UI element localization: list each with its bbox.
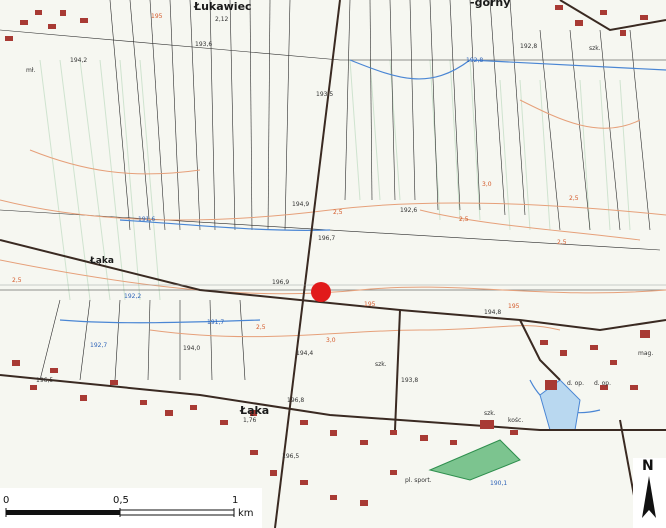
elevation-label: 192,6 bbox=[400, 207, 418, 214]
elevation-label: 196,5 bbox=[36, 377, 54, 384]
location-marker bbox=[311, 282, 331, 302]
water-elevation-label: 191,7 bbox=[207, 319, 225, 326]
scale-bar-graphic bbox=[5, 508, 235, 517]
elevation-label: 194,2 bbox=[70, 57, 88, 64]
map-abbrev-label: d. op. bbox=[567, 380, 585, 387]
map-abbrev-label: kośc. bbox=[508, 417, 524, 424]
map-abbrev-label: d. op. bbox=[594, 380, 612, 387]
place-label-laka-south: Łąka bbox=[240, 404, 270, 417]
map-abbrev-label: mag. bbox=[638, 350, 654, 357]
contour-label: 195 bbox=[508, 303, 520, 310]
elevation-label: 193,5 bbox=[316, 91, 334, 98]
elevation-label: 196,9 bbox=[272, 279, 290, 286]
water-elevation-label: 192,8 bbox=[466, 57, 484, 64]
map-abbrev-label: szk. bbox=[589, 45, 601, 52]
elevation-label: 194,0 bbox=[183, 345, 201, 352]
elevation-label: 194,8 bbox=[484, 309, 502, 316]
contour-label: 195 bbox=[151, 13, 163, 20]
scale-unit: km bbox=[238, 508, 254, 519]
place-code-lukawiec: 2,12 bbox=[215, 16, 229, 23]
contour-label: 2,5 bbox=[557, 239, 567, 246]
elevation-label: 192,8 bbox=[520, 43, 538, 50]
elevation-label: 196,7 bbox=[318, 235, 336, 242]
place-code-laka: 1,76 bbox=[243, 417, 257, 424]
place-label-gorny: -górny bbox=[470, 0, 511, 9]
elevation-label: 194,9 bbox=[292, 201, 310, 208]
contour-label: 2,5 bbox=[459, 216, 469, 223]
contour-label: 3,0 bbox=[482, 181, 492, 188]
map-abbrev-label: pl. sport. bbox=[405, 477, 432, 484]
elevation-label: 193,6 bbox=[195, 41, 213, 48]
place-label-laka-west: Łąka bbox=[90, 256, 114, 266]
north-arrow-icon bbox=[642, 476, 656, 518]
contour-label: 2,5 bbox=[256, 324, 266, 331]
north-arrow: N bbox=[633, 458, 666, 528]
water-elevation-label: 192,7 bbox=[90, 342, 108, 349]
map-abbrev-label: szk. bbox=[484, 410, 496, 417]
contour-label: 195 bbox=[364, 301, 376, 308]
elevation-label: 193,8 bbox=[401, 377, 419, 384]
contour-label: 3,0 bbox=[326, 337, 336, 344]
place-label-lukawiec: Łukawiec bbox=[194, 0, 252, 13]
contour-label: 2,5 bbox=[12, 277, 22, 284]
topographic-map: Łukawiec 2,12 -górny Łąka Łąka 1,76 193,… bbox=[0, 0, 666, 528]
elevation-label: 196,8 bbox=[287, 397, 305, 404]
contour-label: 2,5 bbox=[569, 195, 579, 202]
elevation-label: 196,5 bbox=[282, 453, 300, 460]
contour-label: 2,5 bbox=[333, 209, 343, 216]
scale-bar: 0 0,5 1 km bbox=[0, 488, 262, 528]
water-elevation-label: 192,2 bbox=[124, 293, 142, 300]
map-abbrev-label: mł. bbox=[26, 67, 36, 74]
map-abbrev-label: szk. bbox=[375, 361, 387, 368]
water-elevation-label: 191,6 bbox=[138, 216, 156, 223]
water-elevation-label: 190,1 bbox=[490, 480, 508, 487]
elevation-label: 194,4 bbox=[296, 350, 314, 357]
